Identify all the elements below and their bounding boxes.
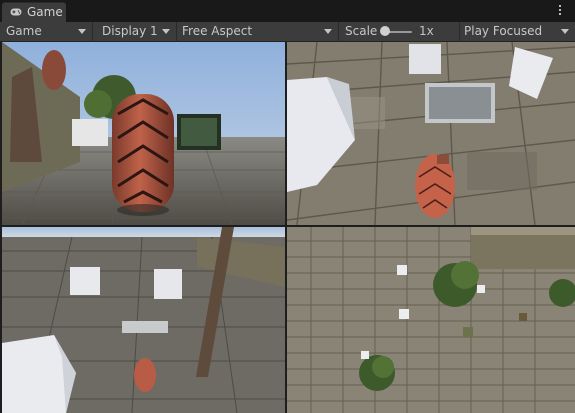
aspect-dropdown[interactable]: Free Aspect (178, 22, 339, 42)
display-value: Display 1 (102, 24, 158, 38)
display-dropdown[interactable]: Display 1 (94, 22, 177, 42)
gamepad-icon (10, 8, 22, 16)
scale-value: 1x (419, 24, 434, 38)
tab-strip: Game (0, 0, 575, 22)
chevron-down-icon (324, 29, 332, 34)
aspect-value: Free Aspect (182, 24, 253, 38)
game-toolbar: Game Display 1 Free Aspect Scale 1x Play… (0, 22, 575, 42)
camera-top-left (2, 42, 285, 225)
view-mode-dropdown[interactable]: Game (0, 22, 93, 42)
play-mode-value: Play Focused (464, 24, 543, 38)
play-mode-dropdown[interactable]: Play Focused (461, 22, 575, 42)
tab-game[interactable]: Game (2, 2, 66, 22)
camera-top-right (287, 42, 575, 225)
chevron-down-icon (561, 29, 569, 34)
chevron-down-icon (78, 29, 86, 34)
camera-bottom-left (2, 227, 285, 413)
scale-label: Scale (345, 24, 378, 38)
game-view[interactable] (0, 42, 575, 413)
tab-title: Game (27, 5, 63, 19)
camera-bottom-right (287, 227, 575, 413)
chevron-down-icon (162, 29, 170, 34)
scale-slider-handle[interactable] (380, 26, 390, 36)
kebab-menu-icon[interactable] (557, 3, 563, 17)
view-mode-value: Game (6, 24, 42, 38)
